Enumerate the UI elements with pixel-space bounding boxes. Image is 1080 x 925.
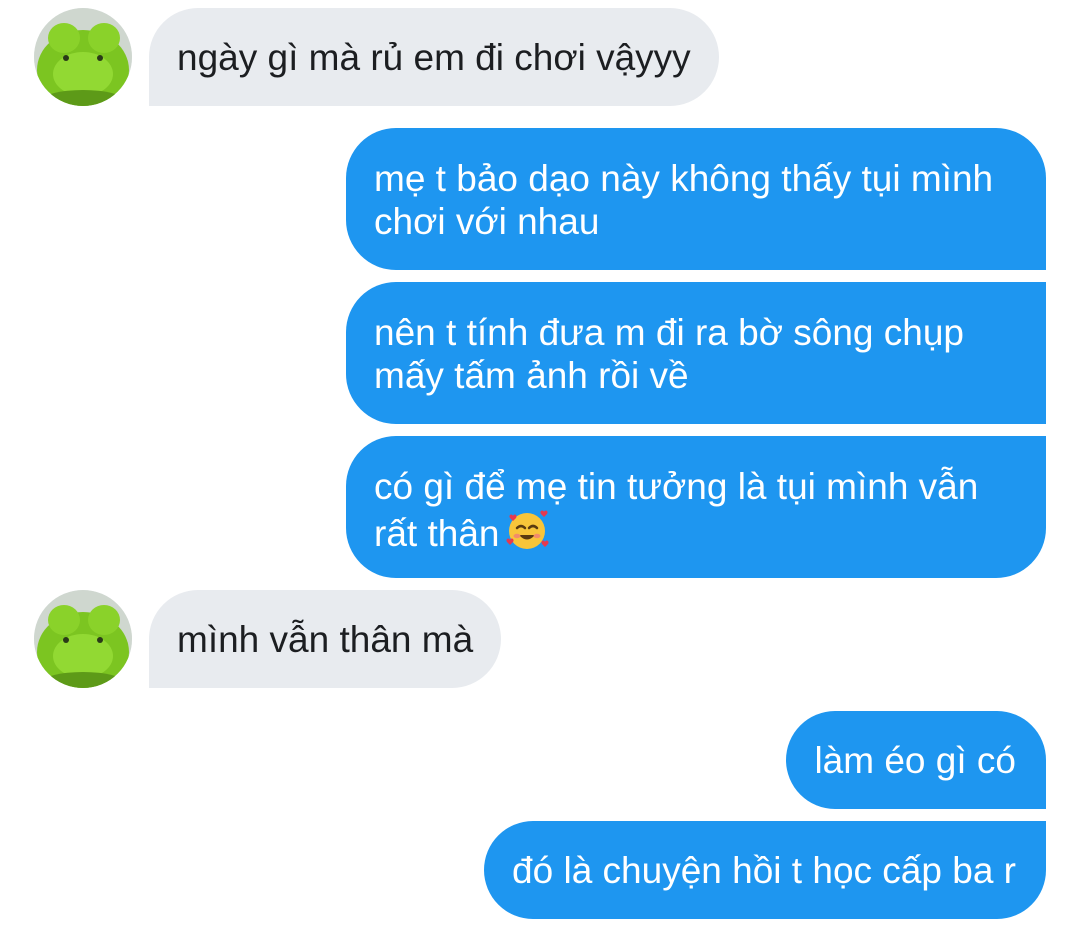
smiling-face-with-hearts-icon (505, 508, 550, 552)
message-bubble-outgoing[interactable]: làm éo gì có (786, 711, 1046, 809)
frog-plush-avatar-icon (34, 590, 132, 688)
message-bubble-incoming[interactable]: ngày gì mà rủ em đi chơi vậyyy (149, 8, 719, 106)
message-text: có gì để mẹ tin tưởng là tụi mình vẫn rấ… (374, 466, 979, 554)
message-bubble-outgoing[interactable]: đó là chuyện hồi t học cấp ba r (484, 821, 1046, 919)
message-text: nên t tính đưa m đi ra bờ sông chụp mấy … (374, 312, 964, 396)
message-text: mẹ t bảo dạo này không thấy tụi mình chơ… (374, 158, 994, 242)
message-text: mình vẫn thân mà (177, 619, 474, 660)
contact-avatar[interactable] (34, 590, 132, 688)
message-text: ngày gì mà rủ em đi chơi vậyyy (177, 37, 691, 78)
message-bubble-outgoing[interactable]: mẹ t bảo dạo này không thấy tụi mình chơ… (346, 128, 1046, 270)
message-bubble-incoming[interactable]: mình vẫn thân mà (149, 590, 502, 688)
message-text: làm éo gì có (814, 740, 1016, 781)
message-text: đó là chuyện hồi t học cấp ba r (512, 850, 1016, 891)
message-bubble-outgoing[interactable]: có gì để mẹ tin tưởng là tụi mình vẫn rấ… (346, 436, 1046, 578)
contact-avatar[interactable] (34, 8, 132, 106)
frog-plush-avatar-icon (34, 8, 132, 106)
message-bubble-outgoing[interactable]: nên t tính đưa m đi ra bờ sông chụp mấy … (346, 282, 1046, 424)
